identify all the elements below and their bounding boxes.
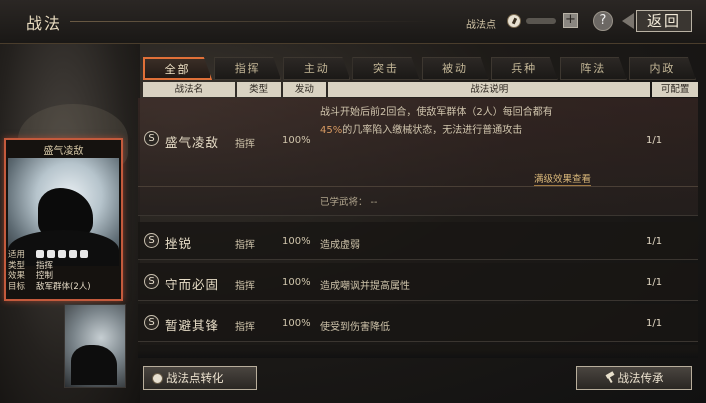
table-header: 战法名 类型 发动 战法说明 可配置 [143, 82, 699, 97]
coin-icon [152, 372, 163, 384]
inherit-tactic-button[interactable]: 战法传承 [576, 366, 692, 390]
unit-type-icons [36, 250, 88, 261]
view-max-level-link[interactable]: 满级效果查看 [534, 171, 592, 186]
col-type: 类型 [236, 82, 281, 97]
inherit-label: 战法传承 [617, 371, 664, 385]
card-value: 敌军群体(2人) [36, 281, 91, 292]
tactic-configurable: 1/1 [646, 135, 663, 146]
tactic-configurable: 1/1 [646, 236, 663, 247]
tactic-type: 指挥 [235, 322, 255, 333]
card-info: 适用 类型 指挥 效果 控制 目标 敌军群体(2人) [8, 250, 121, 292]
s-rank-badge: S [144, 233, 159, 248]
secondary-tactic-card[interactable] [64, 304, 126, 388]
tactic-rate: 100% [282, 135, 311, 146]
table-row[interactable]: S 守而必固 指挥 100% 造成嘲讽并提高属性 1/1 [138, 263, 698, 301]
description-text: 的几率陷入缴械状态，无法进行普通攻击 [342, 125, 523, 136]
screen: 战法 战法点 + ? 返回 盛气凌敌 适用 类型 指挥 效果 控制 目标 敌军群… [0, 0, 706, 403]
col-description: 战法说明 [328, 82, 651, 97]
tactic-name: 暂避其锋 [165, 318, 220, 333]
cavalry-icon [36, 250, 44, 258]
card-value: 指挥 [36, 260, 54, 271]
category-tabs: 全部 指挥 主动 突击 被动 兵种 阵法 内政 [143, 57, 698, 80]
page-title: 战法 [26, 14, 63, 33]
tactic-description: 使受到伤害降低 [320, 322, 390, 333]
tactic-name: 盛气凌敌 [165, 135, 220, 150]
tactic-rate: 100% [282, 318, 311, 329]
tactic-rate: 100% [282, 277, 311, 288]
hammer-icon [605, 373, 615, 383]
row-divider [138, 186, 698, 187]
help-button[interactable]: ? [593, 11, 613, 31]
convert-label: 战法点转化 [166, 371, 224, 385]
tactic-configurable: 1/1 [646, 318, 663, 329]
list-fade [138, 350, 698, 358]
col-rate: 发动 [282, 82, 327, 97]
description-line: 45%的几率陷入缴械状态，无法进行普通攻击 [320, 122, 640, 140]
col-name: 战法名 [143, 82, 235, 97]
table-row[interactable]: S 盛气凌敌 指挥 100% 战斗开始后前2回合，使敌军群体（2人）每回合都有 … [138, 98, 698, 216]
table-row[interactable]: S 挫锐 指挥 100% 造成虚弱 1/1 [138, 222, 698, 260]
tactic-type: 指挥 [235, 139, 255, 150]
tab-internal-affairs[interactable]: 内政 [628, 57, 696, 80]
highlight-value: 45% [320, 125, 343, 136]
tab-command[interactable]: 指挥 [214, 57, 282, 80]
s-rank-badge: S [144, 315, 159, 330]
tab-active[interactable]: 主动 [283, 57, 351, 80]
back-label: 返回 [636, 10, 692, 32]
add-points-button[interactable]: + [563, 13, 578, 28]
card-row-target: 目标 敌军群体(2人) [8, 282, 121, 293]
tactic-description: 战斗开始后前2回合，使敌军群体（2人）每回合都有 45%的几率陷入缴械状态，无法… [320, 104, 640, 140]
selected-tactic-card[interactable]: 盛气凌敌 适用 类型 指挥 效果 控制 目标 敌军群体(2人) [4, 138, 123, 301]
tactic-name: 守而必固 [165, 277, 220, 292]
siege-icon [80, 250, 88, 258]
tab-all[interactable]: 全部 [143, 57, 213, 80]
card-row-type: 类型 指挥 [8, 261, 121, 272]
tab-troop-type[interactable]: 兵种 [490, 57, 558, 80]
tactic-type: 指挥 [235, 240, 255, 251]
table-row[interactable]: S 暂避其锋 指挥 100% 使受到伤害降低 1/1 [138, 304, 698, 342]
convert-tactic-points-button[interactable]: 战法点转化 [143, 366, 257, 390]
card-key: 效果 [8, 271, 26, 281]
learned-generals: 已学武将： -- [320, 197, 378, 208]
tab-assault[interactable]: 突击 [352, 57, 420, 80]
tactic-list[interactable]: S 盛气凌敌 指挥 100% 战斗开始后前2回合，使敌军群体（2人）每回合都有 … [138, 98, 698, 356]
tactic-description: 造成虚弱 [320, 240, 360, 251]
tab-formation[interactable]: 阵法 [559, 57, 627, 80]
tactic-points-label: 战法点 [466, 20, 496, 31]
back-arrow-icon [622, 13, 634, 29]
s-rank-badge: S [144, 274, 159, 289]
col-configurable: 可配置 [652, 82, 699, 97]
tactic-rate: 100% [282, 236, 311, 247]
archer-icon [58, 250, 66, 258]
tactic-name: 挫锐 [165, 236, 193, 251]
tactic-points-icon [507, 14, 521, 28]
card-row-applicable: 适用 [8, 250, 121, 261]
tab-passive[interactable]: 被动 [421, 57, 489, 80]
card-key: 类型 [8, 260, 26, 271]
title-bar: 战法 战法点 + ? 返回 [0, 0, 706, 44]
tactic-type: 指挥 [235, 281, 255, 292]
title-divider [70, 21, 430, 22]
spear-icon [69, 250, 77, 258]
back-button[interactable]: 返回 [622, 10, 694, 32]
card-key: 适用 [8, 250, 26, 260]
description-line: 战斗开始后前2回合，使敌军群体（2人）每回合都有 [320, 107, 553, 118]
tactic-description: 造成嘲讽并提高属性 [320, 281, 410, 292]
tactic-configurable: 1/1 [646, 277, 663, 288]
s-rank-badge: S [144, 131, 159, 146]
soldier-silhouette [71, 345, 117, 385]
card-value: 控制 [36, 271, 54, 281]
tactic-points-bar [526, 18, 556, 24]
card-key: 目标 [8, 281, 26, 292]
card-title: 盛气凌敌 [43, 146, 84, 157]
card-row-effect: 效果 控制 [8, 271, 121, 282]
shield-icon [47, 250, 55, 258]
